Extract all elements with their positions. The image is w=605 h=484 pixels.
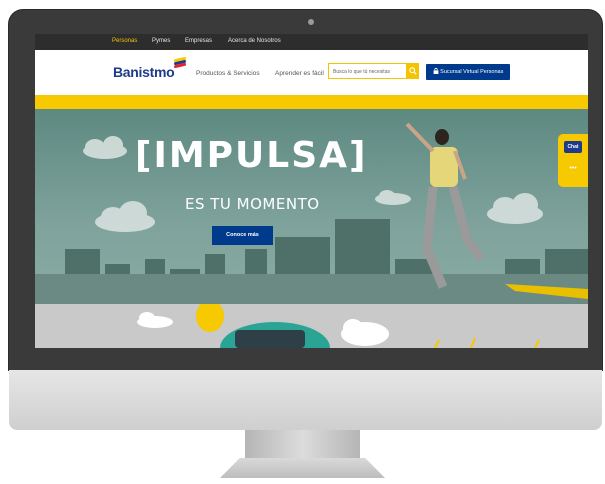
search-input[interactable]: Busca lo que tú necesitas (328, 63, 407, 79)
sucursal-virtual-label: Sucursal Virtual Personas (440, 69, 504, 75)
top-nav-pymes[interactable]: Pymes (152, 38, 170, 44)
monitor-stand-neck (245, 430, 360, 460)
top-nav-empresas[interactable]: Empresas (185, 38, 212, 44)
banistmo-logo[interactable]: Banistmo (113, 64, 175, 80)
chat-widget[interactable]: Chat ••• (558, 134, 588, 187)
more-dots-icon[interactable]: ••• (564, 164, 582, 174)
search-icon (408, 67, 417, 75)
top-nav-acerca[interactable]: Acerca de Nosotros (228, 38, 281, 44)
conoce-mas-button[interactable]: Conoce más (212, 226, 273, 245)
camera-icon (308, 19, 314, 25)
flag-logo-icon (174, 56, 186, 69)
chat-icon[interactable]: Chat (564, 141, 582, 153)
monitor-stand-foot (220, 458, 385, 478)
hero-title: [IMPULSA] (135, 135, 368, 176)
browser-screen: Personas Pymes Empresas Acerca de Nosotr… (35, 34, 588, 348)
main-nav: Banistmo Productos & Servicios Aprender … (35, 50, 588, 95)
top-nav: Personas Pymes Empresas Acerca de Nosotr… (35, 34, 588, 50)
lock-icon (433, 67, 439, 74)
secondary-banner (35, 304, 588, 348)
hero-subtitle: ES TU MOMENTO (185, 195, 320, 213)
nav-aprender[interactable]: Aprender es fácil (275, 70, 324, 77)
top-nav-personas[interactable]: Personas (112, 38, 137, 44)
monitor-chin (9, 370, 602, 430)
secondary-illustration (137, 304, 540, 348)
nav-productos-servicios[interactable]: Productos & Servicios (196, 70, 260, 77)
yellow-divider (35, 95, 588, 109)
sucursal-virtual-button[interactable]: Sucursal Virtual Personas (426, 64, 510, 80)
search-button[interactable] (406, 63, 419, 79)
hero-banner: [IMPULSA] ES TU MOMENTO Conoce más (35, 109, 588, 304)
